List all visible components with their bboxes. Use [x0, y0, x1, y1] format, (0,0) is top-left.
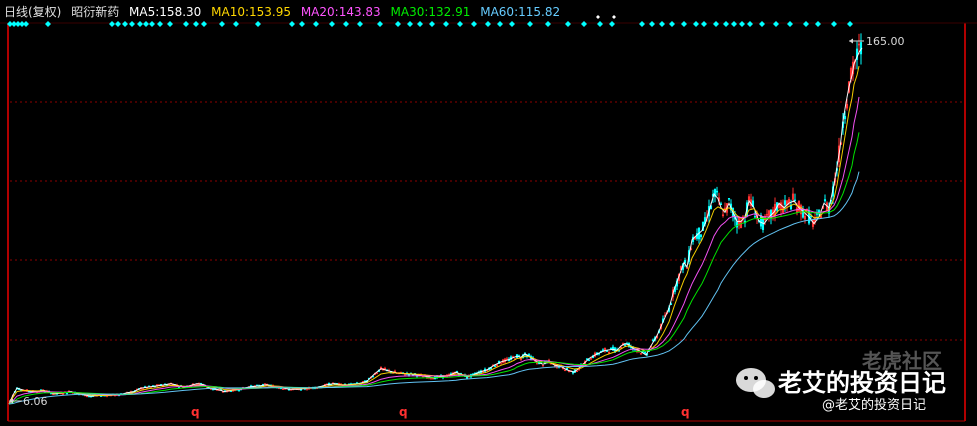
- ma30-value: 132.91: [428, 5, 470, 19]
- event-marker-q: q: [399, 405, 408, 419]
- candle-body: [65, 392, 69, 395]
- candle-body: [843, 115, 847, 120]
- watermark-handle: @老艾的投资日记: [822, 397, 926, 413]
- stock-chart: 日线(复权) 昭衍新药 MA5:158.30 MA10:153.95 MA20:…: [0, 0, 977, 426]
- ma5-value: 158.30: [159, 5, 201, 19]
- candle-body: [715, 190, 719, 193]
- high-price-label: 165.00: [866, 35, 905, 48]
- candle-body: [823, 199, 827, 202]
- ma10-value: 153.95: [249, 5, 291, 19]
- ma20-label: MA20:: [301, 5, 339, 19]
- candle-body: [609, 347, 613, 350]
- ma20-value: 143.83: [339, 5, 381, 19]
- candle-body: [237, 389, 241, 392]
- ma60-value: 115.82: [518, 5, 560, 19]
- candle-body: [465, 377, 469, 379]
- event-marker-q: q: [191, 405, 200, 419]
- candle-body: [783, 200, 787, 205]
- candle-body: [587, 359, 591, 362]
- event-marker-q: q: [681, 405, 690, 419]
- candle-body: [753, 216, 757, 218]
- watermark-title: 老艾的投资日记: [778, 369, 946, 397]
- low-price-label: 6.06: [23, 395, 48, 408]
- candle-body: [699, 234, 703, 238]
- ma10-label: MA10:: [211, 5, 249, 19]
- ma30-label: MA30:: [391, 5, 429, 19]
- candle-body: [727, 197, 731, 200]
- chart-background: [0, 0, 977, 426]
- period-label: 日线(复权): [4, 5, 61, 19]
- grid-layer: [0, 0, 977, 426]
- ma60-label: MA60:: [480, 5, 518, 19]
- ma5-label: MA5:: [129, 5, 159, 19]
- stock-name: 昭衍新药: [71, 4, 119, 19]
- candle-body: [493, 365, 497, 367]
- candle-body: [623, 344, 627, 346]
- chart-canvas[interactable]: 日线(复权) 昭衍新药 MA5:158.30 MA10:153.95 MA20:…: [0, 0, 977, 426]
